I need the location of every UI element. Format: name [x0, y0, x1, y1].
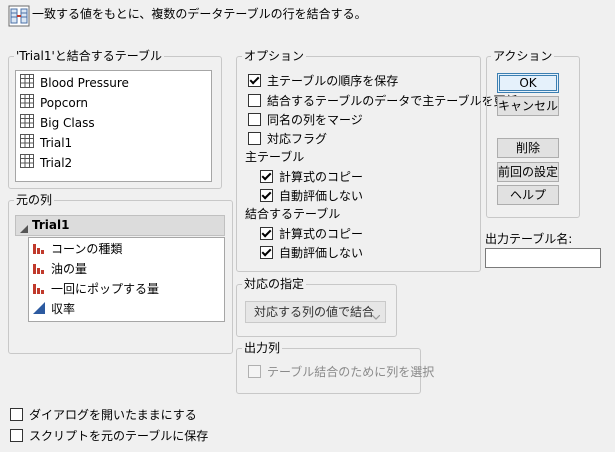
table-list-label: Big Class [40, 116, 95, 130]
update-main-checkbox[interactable] [248, 94, 261, 107]
ok-button[interactable]: OK [497, 73, 559, 93]
main-suppress-eval-option[interactable]: 自動評価しない [260, 187, 363, 203]
column-list-label: 収率 [51, 302, 76, 316]
main-copy-formula-checkbox[interactable] [260, 170, 273, 183]
merge-same-name-option[interactable]: 同名の列をマージ [248, 111, 363, 127]
keep-dialog-open-option[interactable]: ダイアログを開いたままにする [10, 406, 197, 422]
select-columns-option[interactable]: テーブル結合のために列を選択 [248, 363, 434, 379]
column-list-label: 油の量 [51, 262, 88, 276]
matching-dropdown[interactable]: 対応する列の値で結合 [245, 301, 386, 323]
recall-button[interactable]: 前回の設定 [497, 162, 559, 182]
column-list-item[interactable]: 一回にポップする量 [33, 280, 159, 298]
data-table-icon [20, 154, 34, 173]
nominal-bar-icon [33, 261, 45, 279]
source-columns-title: 元の列 [14, 193, 55, 207]
options-title: オプション [242, 49, 307, 63]
save-script-option[interactable]: スクリプトを元のテーブルに保存 [10, 427, 208, 443]
nominal-bar-icon [33, 241, 45, 259]
column-list-item[interactable]: 収率 [33, 300, 75, 318]
chevron-down-icon [371, 309, 381, 323]
help-button[interactable]: ヘルプ [497, 185, 559, 205]
actions-title: アクション [491, 49, 555, 63]
source-table-header[interactable]: Trial1 [15, 215, 225, 236]
join-with-title: 'Trial1'と結合するテーブル [14, 49, 165, 63]
continuous-triangle-icon [33, 301, 45, 319]
select-columns-checkbox[interactable] [248, 365, 261, 378]
joined-suppress-eval-checkbox[interactable] [260, 246, 273, 259]
column-list-item[interactable]: 油の量 [33, 260, 87, 278]
table-list-item[interactable]: Blood Pressure [20, 74, 129, 92]
preserve-order-checkbox[interactable] [248, 74, 261, 87]
data-table-icon [20, 94, 34, 113]
table-list-label: Popcorn [40, 96, 89, 110]
merge-same-name-checkbox[interactable] [248, 113, 261, 126]
header-description: 一致する値をもとに、複数のデータテーブルの行を結合する。 [32, 7, 367, 21]
joined-copy-formula-option[interactable]: 計算式のコピー [260, 225, 363, 241]
joined-table-label: 結合するテーブル [245, 207, 341, 221]
matching-title: 対応の指定 [242, 277, 307, 291]
output-table-name-input[interactable] [485, 248, 601, 268]
data-table-icon [20, 74, 34, 93]
table-list-label: Trial2 [40, 156, 73, 170]
cancel-button[interactable]: キャンセル [497, 96, 559, 116]
main-copy-formula-option[interactable]: 計算式のコピー [260, 168, 363, 184]
matching-dropdown-value: 対応する列の値で結合 [254, 305, 375, 319]
source-columns-list[interactable]: コーンの種類 油の量 一回にポップする量 収率 [28, 237, 225, 322]
source-table-name: Trial1 [32, 218, 70, 232]
nominal-bar-icon [33, 281, 45, 299]
update-main-option[interactable]: 結合するテーブルのデータで主テーブルを更新 [248, 92, 518, 108]
data-table-icon [20, 114, 34, 133]
joined-suppress-eval-option[interactable]: 自動評価しない [260, 244, 363, 260]
output-table-label: 出力テーブル名: [485, 232, 573, 246]
output-columns-title: 出力列 [242, 341, 283, 355]
table-list-item[interactable]: Big Class [20, 114, 95, 132]
table-list-label: Blood Pressure [40, 76, 129, 90]
data-table-icon [20, 134, 34, 153]
keep-dialog-open-checkbox[interactable] [10, 408, 23, 421]
match-flag-option[interactable]: 対応フラグ [248, 130, 327, 146]
collapse-triangle-icon[interactable] [20, 222, 28, 236]
table-list-label: Trial1 [40, 136, 73, 150]
join-with-list[interactable]: Blood Pressure Popcorn Big Class Trial1 … [15, 70, 212, 182]
join-tables-icon [8, 5, 30, 27]
column-list-item[interactable]: コーンの種類 [33, 240, 122, 258]
joined-copy-formula-checkbox[interactable] [260, 227, 273, 240]
main-table-label: 主テーブル [245, 150, 305, 164]
column-list-label: 一回にポップする量 [51, 282, 160, 296]
save-script-checkbox[interactable] [10, 429, 23, 442]
remove-button[interactable]: 削除 [497, 138, 559, 158]
table-list-item[interactable]: Trial1 [20, 134, 72, 152]
table-list-item[interactable]: Trial2 [20, 154, 72, 172]
table-list-item[interactable]: Popcorn [20, 94, 88, 112]
preserve-order-option[interactable]: 主テーブルの順序を保存 [248, 72, 398, 88]
column-list-label: コーンの種類 [51, 242, 123, 256]
match-flag-checkbox[interactable] [248, 132, 261, 145]
main-suppress-eval-checkbox[interactable] [260, 189, 273, 202]
